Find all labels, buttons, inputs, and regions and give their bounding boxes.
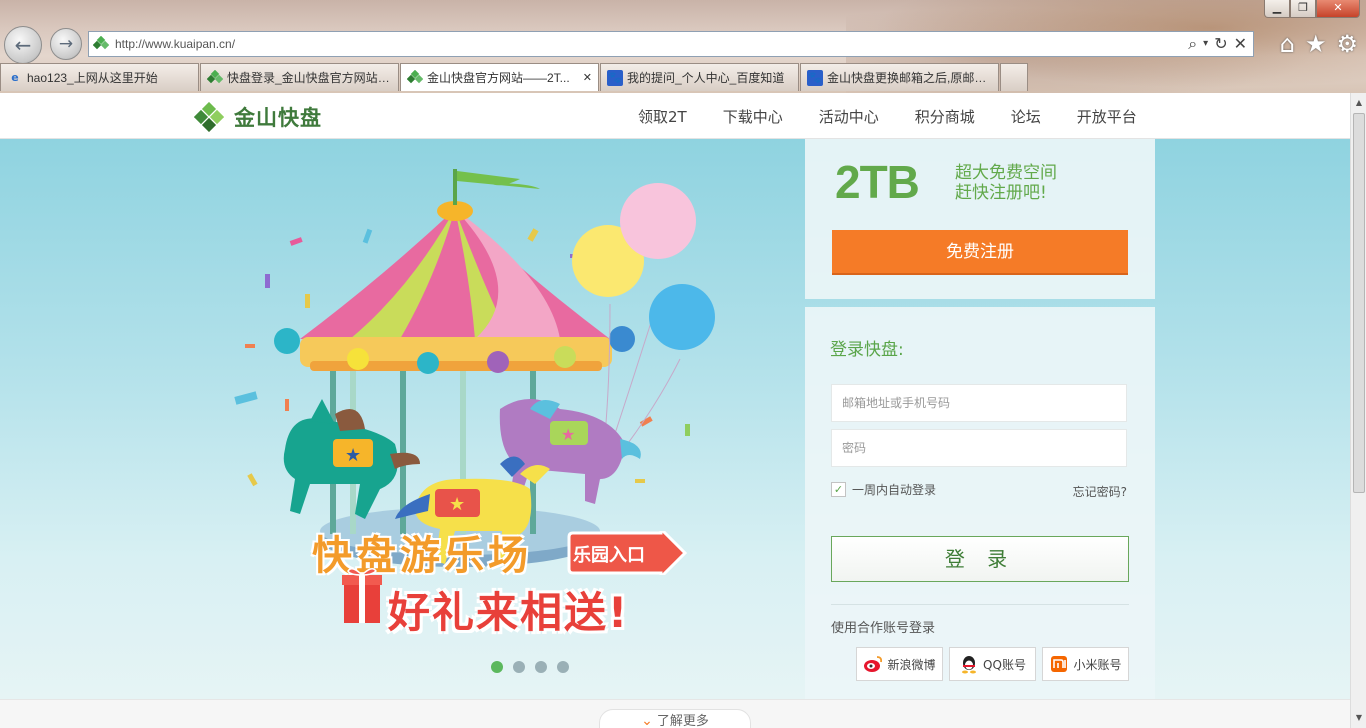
minimize-button[interactable]: ▁: [1264, 0, 1290, 18]
login-title: 登录快盘:: [830, 340, 904, 360]
site-header: 金山快盘 领取2T 下载中心 活动中心 积分商城 论坛 开放平台: [0, 93, 1350, 139]
arrow-right-icon: →: [58, 34, 74, 54]
kuaipan-favicon: [93, 36, 109, 50]
address-tools: ⌕ ▾ ↻ ✕: [1188, 34, 1247, 54]
kuaipan-favicon: [207, 69, 223, 83]
chevron-down-icon: ⌄: [641, 713, 653, 728]
carousel-dot-2[interactable]: [513, 661, 525, 673]
tagline-line1: 超大免费空间: [955, 163, 1057, 183]
remember-me[interactable]: ✓ 一周内自动登录: [831, 481, 936, 498]
settings-gear-icon[interactable]: ⚙: [1336, 30, 1358, 58]
top-nav: 领取2T 下载中心 活动中心 积分商城 论坛 开放平台: [638, 106, 1137, 127]
tagline-line2: 赶快注册吧!: [955, 183, 1047, 203]
scrollbar-thumb[interactable]: [1353, 113, 1365, 493]
forward-button[interactable]: →: [50, 28, 82, 60]
browser-chrome: ▁ ❐ ✕ ← → http://www.kuaipan.cn/ ⌕ ▾ ↻ ✕…: [0, 0, 1366, 93]
nav-activity-center[interactable]: 活动中心: [819, 106, 879, 127]
learn-more-label: 了解更多: [656, 714, 709, 728]
carousel-dot-4[interactable]: [557, 661, 569, 673]
home-icon[interactable]: ⌂: [1280, 30, 1295, 58]
scroll-up-icon[interactable]: ▲: [1351, 95, 1366, 111]
xiaomi-label: 小米账号: [1073, 657, 1122, 672]
ie-icon: e: [11, 71, 19, 84]
tab-title: 金山快盘官方网站——2T...: [427, 71, 570, 85]
nav-forum[interactable]: 论坛: [1011, 106, 1041, 127]
qq-label: QQ账号: [983, 657, 1026, 672]
weibo-icon: [864, 656, 883, 672]
tab-title: 金山快盘更换邮箱之后,原邮箱...: [827, 71, 992, 85]
carousel-dot-3[interactable]: [535, 661, 547, 673]
carousel-dot-1[interactable]: [491, 661, 503, 673]
search-icon[interactable]: ⌕: [1188, 34, 1197, 54]
back-button[interactable]: ←: [4, 26, 42, 64]
partner-login-buttons: 新浪微博 QQ账号 小米账号: [856, 647, 1129, 681]
maximize-button[interactable]: ❐: [1290, 0, 1316, 18]
email-field[interactable]: 邮箱地址或手机号码: [831, 384, 1127, 422]
login-button[interactable]: 登 录: [831, 536, 1129, 582]
register-panel: 2TB 超大免费空间 赶快注册吧! 免费注册: [805, 139, 1155, 299]
promo-title-line2: 好礼来相送!: [388, 588, 630, 637]
login-panel: 登录快盘: 邮箱地址或手机号码 密码 ✓ 一周内自动登录 忘记密码? 登 录 使…: [805, 307, 1155, 707]
tab-baidu-email[interactable]: 🐾 金山快盘更换邮箱之后,原邮箱...: [800, 63, 999, 91]
nav-open-platform[interactable]: 开放平台: [1077, 106, 1137, 127]
url-text[interactable]: http://www.kuaipan.cn/: [115, 37, 235, 51]
xiaomi-icon: [1051, 656, 1068, 672]
window-controls: ▁ ❐ ✕: [1264, 0, 1360, 18]
dropdown-icon[interactable]: ▾: [1203, 34, 1208, 54]
xiaomi-login-button[interactable]: 小米账号: [1042, 647, 1129, 681]
tab-title: 我的提问_个人中心_百度知道: [627, 71, 785, 85]
stop-icon[interactable]: ✕: [1234, 34, 1247, 54]
gift-box-icon: [342, 568, 382, 623]
baidu-paw-icon: 🐾: [607, 69, 623, 86]
svg-text:★: ★: [449, 494, 465, 515]
logo-text: 金山快盘: [234, 106, 322, 130]
carousel-dots: [491, 661, 569, 673]
qq-login-button[interactable]: QQ账号: [949, 647, 1036, 681]
storage-size: 2TB: [835, 156, 920, 208]
tab-title: hao123_上网从这里开始: [27, 71, 158, 85]
site-logo[interactable]: 金山快盘: [194, 102, 322, 132]
tab-strip: e hao123_上网从这里开始 快盘登录_金山快盘官方网站_... 金山快盘官…: [0, 63, 1029, 91]
address-bar[interactable]: http://www.kuaipan.cn/ ⌕ ▾ ↻ ✕: [88, 31, 1254, 57]
nav-points-mall[interactable]: 积分商城: [915, 106, 975, 127]
vertical-scrollbar[interactable]: ▲ ▼: [1350, 93, 1366, 728]
tab-baidu-questions[interactable]: 🐾 我的提问_个人中心_百度知道: [600, 63, 799, 91]
tab-hao123[interactable]: e hao123_上网从这里开始: [0, 63, 199, 91]
browser-toolbar-right: ⌂ ★ ⚙: [1280, 30, 1358, 58]
tab-kuaipan-home[interactable]: 金山快盘官方网站——2T... ✕: [400, 63, 599, 91]
nav-claim-2t[interactable]: 领取2T: [638, 106, 687, 127]
new-tab-button[interactable]: [1000, 63, 1028, 91]
divider: [831, 604, 1129, 605]
tab-title: 快盘登录_金山快盘官方网站_...: [227, 71, 392, 85]
kuaipan-logo-icon: [194, 102, 224, 132]
weibo-login-button[interactable]: 新浪微博: [856, 647, 943, 681]
checkbox-checked-icon[interactable]: ✓: [831, 482, 846, 497]
register-tagline: 超大免费空间 赶快注册吧!: [955, 163, 1057, 203]
qq-penguin-icon: [962, 656, 977, 674]
svg-text:★: ★: [561, 425, 575, 444]
favorites-star-icon[interactable]: ★: [1305, 30, 1327, 58]
tab-kuaipan-login[interactable]: 快盘登录_金山快盘官方网站_...: [200, 63, 399, 91]
web-page: 金山快盘 领取2T 下载中心 活动中心 积分商城 论坛 开放平台 ★ ★ ★ 快…: [0, 93, 1350, 728]
entry-label: 乐园入口: [573, 545, 645, 566]
baidu-paw-icon: 🐾: [807, 69, 823, 86]
close-window-button[interactable]: ✕: [1316, 0, 1360, 18]
remember-label: 一周内自动登录: [852, 483, 937, 497]
nav-download-center[interactable]: 下载中心: [723, 106, 783, 127]
password-field[interactable]: 密码: [831, 429, 1127, 467]
learn-more-button[interactable]: ⌄ 了解更多: [599, 709, 751, 728]
refresh-icon[interactable]: ↻: [1214, 34, 1227, 54]
partner-login-title: 使用合作账号登录: [831, 621, 936, 636]
weibo-label: 新浪微博: [887, 657, 936, 672]
forgot-password-link[interactable]: 忘记密码?: [1073, 483, 1127, 500]
tab-close-icon[interactable]: ✕: [583, 71, 592, 84]
promo-entry-button[interactable]: 乐园入口: [565, 531, 687, 575]
arrow-left-icon: ←: [14, 33, 32, 57]
hero-banner: ★ ★ ★ 快盘游乐场 乐园入口 好礼来相送! 2TB 超大免费空间 赶快注册吧…: [0, 139, 1350, 707]
svg-text:★: ★: [345, 445, 361, 466]
free-register-button[interactable]: 免费注册: [832, 230, 1128, 275]
kuaipan-favicon: [407, 69, 423, 83]
scroll-down-icon[interactable]: ▼: [1351, 710, 1366, 726]
